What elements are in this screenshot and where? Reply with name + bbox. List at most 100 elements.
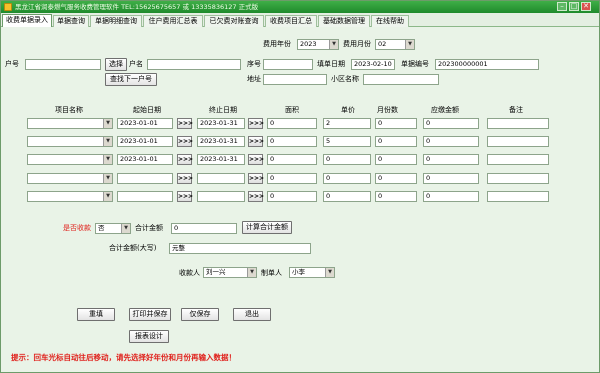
total-input[interactable]: 0 <box>171 223 237 234</box>
end-date-input[interactable]: 2023-01-31 <box>197 154 245 165</box>
copy-date-button[interactable]: >>> <box>177 154 193 165</box>
amount-input[interactable]: 0 <box>423 154 479 165</box>
month-label: 费用月份 <box>343 40 371 48</box>
minimize-button[interactable]: – <box>557 2 567 11</box>
unit-price-input[interactable]: 0 <box>323 173 371 184</box>
bill-no-input[interactable]: 202300000001 <box>435 59 539 70</box>
item-select[interactable]: ▼ <box>27 136 113 147</box>
tab-base-data[interactable]: 基础数据管理 <box>318 15 370 27</box>
copy-date-button[interactable]: >>> <box>177 191 193 202</box>
tab-online-help[interactable]: 在线帮助 <box>371 15 409 27</box>
seq-input[interactable] <box>263 59 313 70</box>
unit-price-input[interactable]: 0 <box>323 191 371 202</box>
start-date-input[interactable] <box>117 173 173 184</box>
item-select[interactable]: ▼ <box>27 173 113 184</box>
copy-date-button[interactable]: >>> <box>248 118 264 129</box>
months-input[interactable]: 0 <box>375 136 417 147</box>
months-input[interactable]: 0 <box>375 118 417 129</box>
amount-input[interactable]: 0 <box>423 173 479 184</box>
area-input[interactable]: 0 <box>267 173 317 184</box>
paid-label: 是否收款 <box>63 224 91 232</box>
end-date-input[interactable]: 2023-01-31 <box>197 118 245 129</box>
area-input[interactable]: 0 <box>267 136 317 147</box>
copy-date-button[interactable]: >>> <box>177 118 193 129</box>
exit-button[interactable]: 退出 <box>233 308 271 321</box>
amount-input[interactable]: 0 <box>423 191 479 202</box>
note-input[interactable] <box>487 154 549 165</box>
area-input[interactable]: 0 <box>267 191 317 202</box>
maker-value: 小李 <box>292 268 305 276</box>
chevron-down-icon: ▼ <box>103 119 112 128</box>
copy-date-button[interactable]: >>> <box>248 173 264 184</box>
header-note: 备注 <box>509 106 523 114</box>
unit-price-input[interactable]: 2 <box>323 118 371 129</box>
print-save-button[interactable]: 打印并保存 <box>129 308 171 321</box>
months-input[interactable]: 0 <box>375 191 417 202</box>
address-label: 地址 <box>247 75 261 83</box>
end-date-input[interactable]: 2023-01-31 <box>197 136 245 147</box>
seq-label: 序号 <box>247 60 261 68</box>
item-select[interactable]: ▼ <box>27 191 113 202</box>
amount-input[interactable]: 0 <box>423 136 479 147</box>
tab-household-summary[interactable]: 住户费用汇总表 <box>143 15 203 27</box>
unit-price-input[interactable]: 0 <box>323 154 371 165</box>
tab-fee-entry[interactable]: 收费单据录入 <box>2 14 52 27</box>
start-date-input[interactable] <box>117 191 173 202</box>
chevron-down-icon: ▼ <box>103 137 112 146</box>
total-upper-label: 合计金额(大写) <box>109 244 157 252</box>
area-input[interactable]: 0 <box>267 118 317 129</box>
note-input[interactable] <box>487 173 549 184</box>
close-button[interactable]: ✕ <box>581 2 591 11</box>
report-design-button[interactable]: 报表设计 <box>129 330 169 343</box>
header-end-date: 终止日期 <box>209 106 237 114</box>
note-input[interactable] <box>487 191 549 202</box>
header-area: 面积 <box>285 106 299 114</box>
bill-date-input[interactable]: 2023-02-10 <box>351 59 395 70</box>
account-input[interactable] <box>25 59 101 70</box>
select-account-button[interactable]: 选择 <box>105 58 127 71</box>
total-upper-input[interactable]: 元整 <box>169 243 311 254</box>
save-only-button[interactable]: 仅保存 <box>181 308 219 321</box>
maximize-button[interactable]: □ <box>569 2 579 11</box>
address-input[interactable] <box>263 74 327 85</box>
start-date-input[interactable]: 2023-01-01 <box>117 154 173 165</box>
account-label: 户号 <box>5 60 19 68</box>
calc-total-button[interactable]: 计算合计金额 <box>242 221 292 234</box>
find-next-account-button[interactable]: 查找下一户号 <box>105 73 157 86</box>
copy-date-button[interactable]: >>> <box>248 191 264 202</box>
payee-select[interactable]: 刘一兴 ▼ <box>203 267 257 278</box>
item-select[interactable]: ▼ <box>27 154 113 165</box>
months-input[interactable]: 0 <box>375 154 417 165</box>
end-date-input[interactable] <box>197 173 245 184</box>
community-input[interactable] <box>363 74 439 85</box>
tab-bill-query[interactable]: 单据查询 <box>53 15 89 27</box>
item-select[interactable]: ▼ <box>27 118 113 129</box>
start-date-input[interactable]: 2023-01-01 <box>117 118 173 129</box>
start-date-input[interactable]: 2023-01-01 <box>117 136 173 147</box>
name-input[interactable] <box>147 59 241 70</box>
tab-fee-item-summary[interactable]: 收费项目汇总 <box>265 15 317 27</box>
copy-date-button[interactable]: >>> <box>177 173 193 184</box>
note-input[interactable] <box>487 118 549 129</box>
area-input[interactable]: 0 <box>267 154 317 165</box>
copy-date-button[interactable]: >>> <box>248 136 264 147</box>
title-bar[interactable]: 黑龙江省润泰燃气服务收费管理软件 TEL:15625675657 或 13335… <box>1 1 599 13</box>
months-input[interactable]: 0 <box>375 173 417 184</box>
end-date-input[interactable] <box>197 191 245 202</box>
paid-select[interactable]: 否 ▼ <box>95 223 131 234</box>
tab-bill-detail-query[interactable]: 单据明细查询 <box>90 15 142 27</box>
reset-button[interactable]: 重填 <box>77 308 115 321</box>
month-select[interactable]: 02 ▼ <box>375 39 415 50</box>
chevron-down-icon: ▼ <box>325 268 334 277</box>
year-select[interactable]: 2023 ▼ <box>297 39 339 50</box>
copy-date-button[interactable]: >>> <box>248 154 264 165</box>
amount-input[interactable]: 0 <box>423 118 479 129</box>
tab-arrears-query[interactable]: 已欠费对账查询 <box>204 15 264 27</box>
note-input[interactable] <box>487 136 549 147</box>
copy-date-button[interactable]: >>> <box>177 136 193 147</box>
total-label: 合计金额 <box>135 224 163 232</box>
maker-select[interactable]: 小李 ▼ <box>289 267 335 278</box>
payee-label: 收款人 <box>179 269 200 277</box>
unit-price-input[interactable]: 5 <box>323 136 371 147</box>
app-window: 黑龙江省润泰燃气服务收费管理软件 TEL:15625675657 或 13335… <box>0 0 600 373</box>
